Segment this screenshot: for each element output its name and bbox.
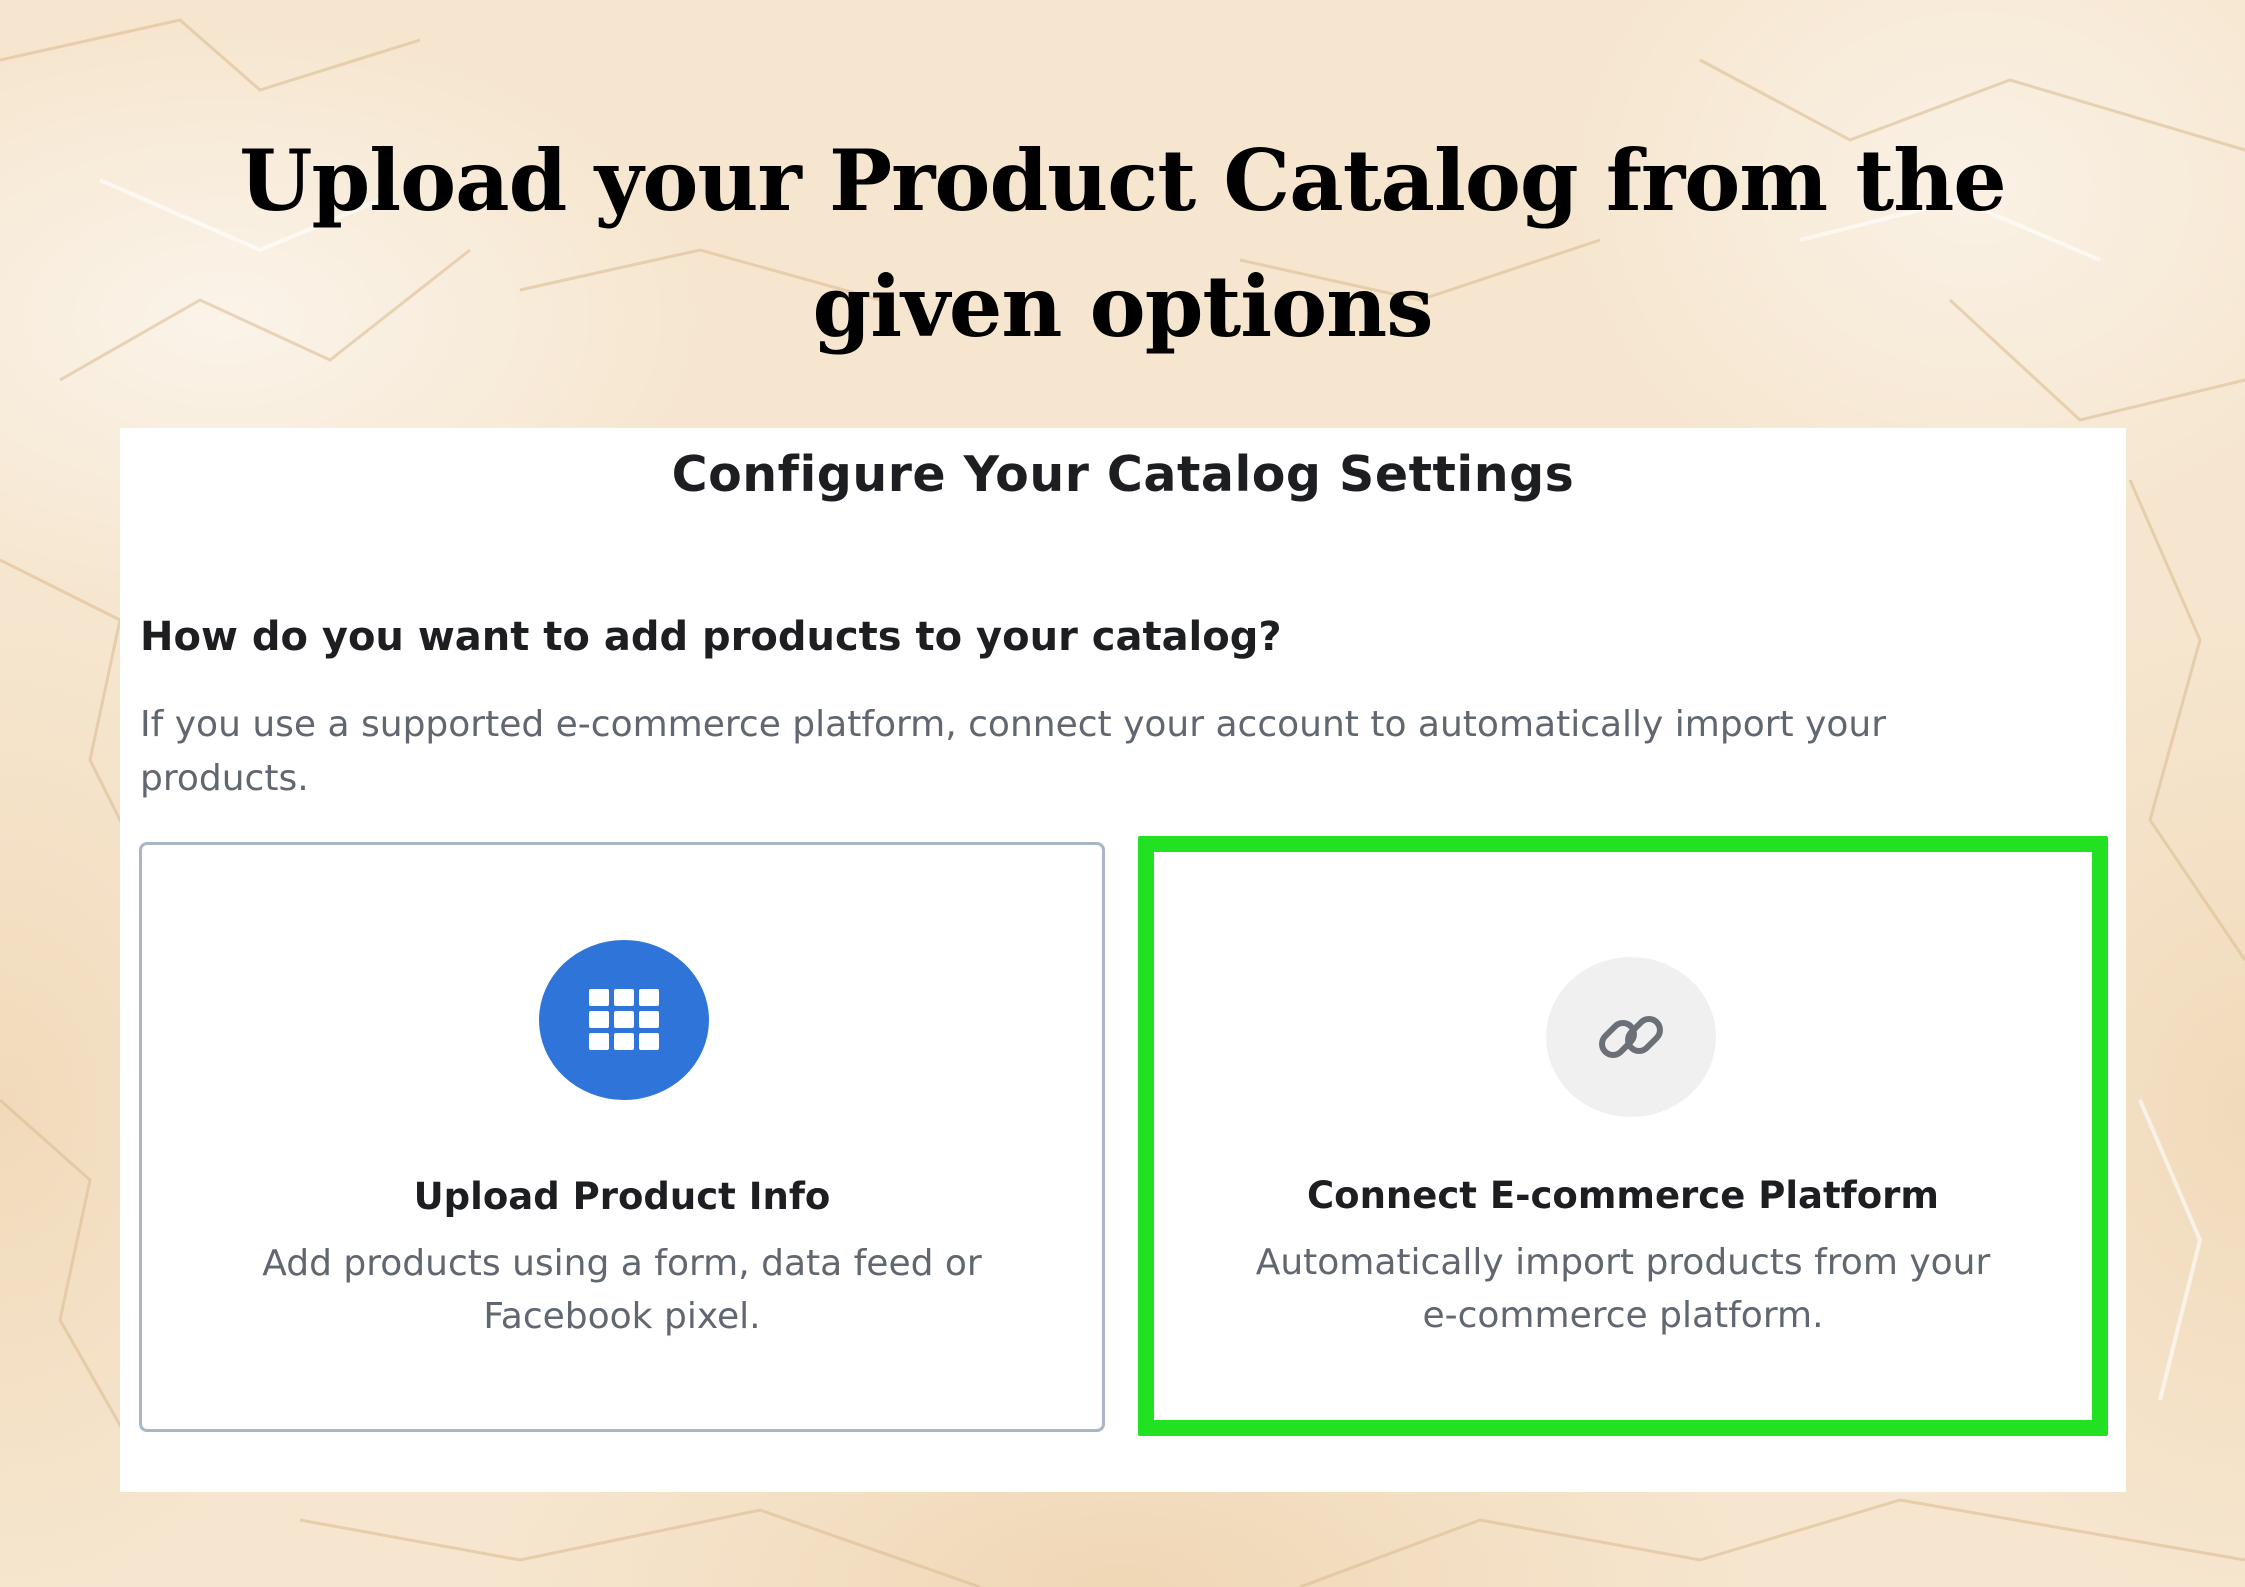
- connect-ecommerce-option[interactable]: Connect E-commerce Platform Automaticall…: [1138, 836, 2108, 1436]
- grid-icon: [539, 940, 709, 1100]
- link-icon: [1546, 957, 1716, 1117]
- catalog-question: How do you want to add products to your …: [140, 614, 1282, 660]
- connect-ecommerce-title: Connect E-commerce Platform: [1307, 1174, 1939, 1217]
- panel-title: Configure Your Catalog Settings: [671, 446, 1575, 503]
- upload-product-info-option[interactable]: Upload Product Info Add products using a…: [139, 842, 1105, 1432]
- connect-ecommerce-description: Automatically import products from your …: [1255, 1242, 1991, 1336]
- upload-product-info-description: Add products using a form, data feed or …: [262, 1243, 982, 1337]
- catalog-description: If you use a supported e-commerce platfo…: [140, 704, 1887, 799]
- catalog-settings-panel: Configure Your Catalog Settings How do y…: [120, 428, 2126, 1492]
- upload-product-info-title: Upload Product Info: [413, 1175, 831, 1218]
- page-headline: Upload your Product Catalog from the giv…: [239, 131, 2006, 356]
